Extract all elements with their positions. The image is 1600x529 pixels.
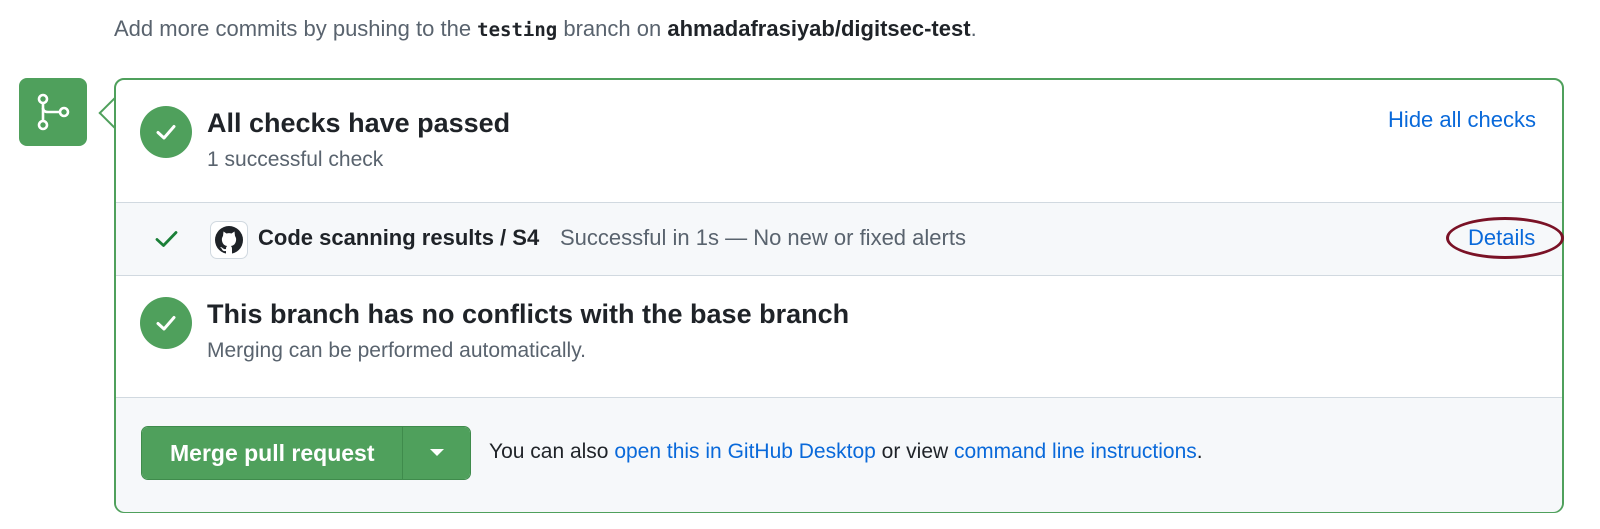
also-suffix: . bbox=[1196, 440, 1203, 463]
checks-passed-icon bbox=[140, 106, 192, 158]
details-annotation: Details bbox=[1446, 217, 1564, 259]
checkmark-icon bbox=[156, 125, 176, 140]
also-middle: or view bbox=[875, 440, 954, 463]
branch-name: testing bbox=[477, 19, 558, 41]
merge-button-group: Merge pull request bbox=[141, 426, 472, 480]
command-line-instructions-link[interactable]: command line instructions bbox=[954, 440, 1197, 463]
no-conflicts-icon bbox=[140, 297, 192, 349]
caret-down-icon bbox=[429, 449, 444, 456]
check-status: Successful in 1s — No new or fixed alert… bbox=[560, 225, 966, 250]
details-link[interactable]: Details bbox=[1468, 225, 1535, 251]
open-github-desktop-link[interactable]: open this in GitHub Desktop bbox=[614, 440, 875, 463]
conflicts-title: This branch has no conflicts with the ba… bbox=[207, 299, 850, 329]
checks-summary: All checks have passed 1 successful chec… bbox=[116, 80, 1562, 202]
checks-title: All checks have passed bbox=[207, 108, 511, 138]
git-branch-badge bbox=[19, 78, 87, 146]
merge-actions: Merge pull request You can also open thi… bbox=[116, 397, 1562, 512]
check-name: Code scanning results / S4 bbox=[258, 225, 540, 250]
check-row: Code scanning results / S4 Successful in… bbox=[116, 202, 1564, 276]
check-success-icon bbox=[155, 231, 178, 247]
push-hint-suffix: . bbox=[970, 16, 977, 41]
conflicts-summary: This branch has no conflicts with the ba… bbox=[116, 275, 1562, 397]
repo-name: ahmadafrasiyab/digitsec-test bbox=[667, 16, 971, 41]
push-hint-middle: branch on bbox=[557, 16, 668, 41]
push-hint: Add more commits by pushing to the testi… bbox=[114, 16, 977, 42]
push-hint-prefix: Add more commits by pushing to the bbox=[114, 16, 478, 41]
github-octocat-icon bbox=[215, 226, 243, 254]
checkmark-icon bbox=[156, 316, 176, 331]
merge-alternatives-text: You can also open this in GitHub Desktop… bbox=[489, 440, 1203, 464]
github-app-avatar bbox=[210, 221, 248, 259]
merge-pull-request-button[interactable]: Merge pull request bbox=[142, 427, 403, 479]
merge-status-panel: All checks have passed 1 successful chec… bbox=[114, 78, 1564, 513]
also-prefix: You can also bbox=[489, 440, 615, 463]
hide-all-checks-link[interactable]: Hide all checks bbox=[1388, 107, 1536, 133]
checks-subtitle: 1 successful check bbox=[207, 148, 384, 171]
conflicts-subtitle: Merging can be performed automatically. bbox=[207, 339, 586, 362]
merge-options-dropdown[interactable] bbox=[402, 427, 471, 479]
git-branch-icon bbox=[37, 93, 70, 131]
